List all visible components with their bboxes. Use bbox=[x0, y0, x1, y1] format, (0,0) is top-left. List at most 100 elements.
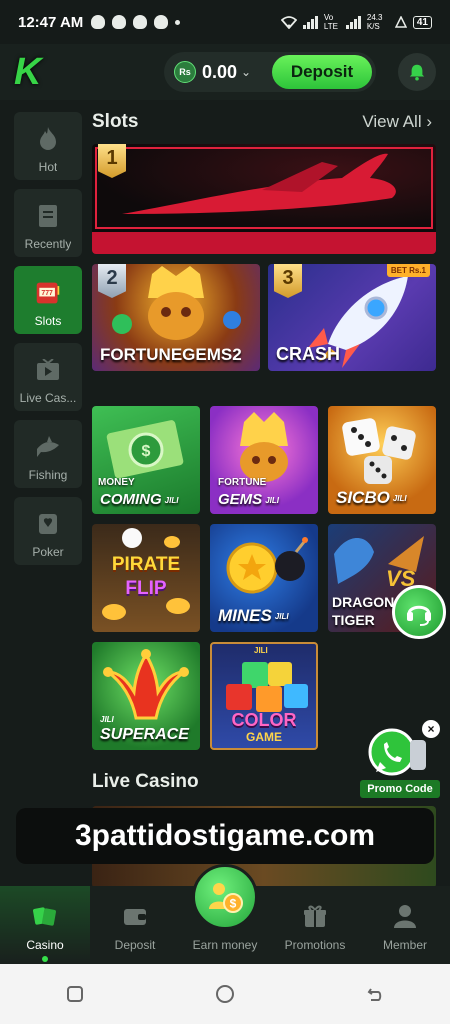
sidebar-item-live-casino[interactable]: Live Cas... bbox=[14, 343, 82, 411]
recent-apps-icon[interactable] bbox=[65, 984, 85, 1004]
status-time: 12:47 AM bbox=[18, 13, 84, 31]
deposit-button[interactable]: Deposit bbox=[272, 55, 372, 89]
close-icon[interactable]: × bbox=[422, 720, 440, 738]
sidebar-item-label: Recently bbox=[24, 237, 72, 251]
game-title: FORTUNEGEMS2 bbox=[100, 345, 242, 364]
sidebar-item-fishing[interactable]: Fishing bbox=[14, 420, 82, 488]
nav-earn-money[interactable]: $ Earn money bbox=[180, 864, 270, 964]
view-all-label: View All bbox=[362, 112, 422, 131]
nav-label: Casino bbox=[26, 938, 64, 952]
nav-label: Promotions bbox=[284, 938, 346, 952]
sidebar-item-label: Slots bbox=[34, 314, 62, 328]
rupee-coin-icon: Rs bbox=[174, 61, 196, 83]
sidebar-item-recently[interactable]: Recently bbox=[14, 189, 82, 257]
chevron-right-icon: › bbox=[426, 112, 432, 131]
rank-badge: 3 bbox=[274, 264, 302, 298]
game-card-fortunegems2[interactable]: 2 FORTUNEGEMS2 bbox=[92, 264, 260, 371]
status-indicators: Vo LTE 24.3 K/S 41 bbox=[280, 13, 432, 31]
game-card-aviator[interactable]: 1 AVIATOR bbox=[92, 144, 436, 254]
wallet-icon bbox=[124, 909, 146, 925]
game-title-line1: DRAGON bbox=[332, 594, 395, 610]
game-card-color-game[interactable]: COLOR GAME JILI bbox=[210, 642, 318, 750]
nav-promotions[interactable]: Promotions bbox=[270, 886, 360, 964]
game-card-crash[interactable]: 3 BET Rs.1 CRASH bbox=[268, 264, 436, 371]
app-root: 12:47 AM Vo LTE 24.3 K/S 41 K Rs 0.00 ⌄ … bbox=[0, 0, 450, 1024]
game-title-line2: COMING bbox=[100, 491, 162, 508]
snapchat-notification-icon bbox=[112, 15, 127, 29]
site-watermark: 3pattidostigame.com bbox=[16, 808, 434, 864]
brand-logo[interactable]: K bbox=[14, 52, 56, 92]
sidebar-item-poker[interactable]: Poker bbox=[14, 497, 82, 565]
game-title: CRASH bbox=[276, 344, 341, 364]
slots-section-title: Slots bbox=[92, 111, 139, 132]
shark-icon bbox=[35, 434, 61, 460]
signal-icon bbox=[302, 15, 318, 29]
game-card-superace[interactable]: JILI SUPERACE bbox=[92, 642, 200, 750]
chevron-down-icon[interactable]: ⌄ bbox=[241, 65, 251, 79]
game-title-line2: SICBO bbox=[336, 488, 390, 507]
signal-icon bbox=[345, 15, 361, 29]
game-title: AVIATOR bbox=[100, 229, 179, 249]
tv-icon bbox=[35, 357, 61, 383]
sidebar-item-label: Poker bbox=[32, 545, 64, 559]
game-card-sicbo[interactable]: SICBO JILI bbox=[328, 406, 436, 514]
jili-badge: JILI bbox=[254, 646, 268, 655]
jili-badge: JILI bbox=[392, 494, 407, 504]
game-title-line1: MONEY bbox=[98, 477, 135, 488]
system-navigation-bar bbox=[0, 964, 450, 1024]
game-title-line2: GEMS bbox=[218, 491, 263, 508]
game-title: SUPERACE bbox=[100, 726, 189, 743]
notifications-button[interactable] bbox=[398, 53, 436, 91]
rank-badge: 1 bbox=[98, 144, 126, 178]
game-title-line2: TIGER bbox=[332, 612, 375, 628]
game-card-pirate-flip[interactable]: PIRATE FLIP bbox=[92, 524, 200, 632]
svg-text:777: 777 bbox=[41, 290, 53, 297]
cards-icon bbox=[35, 511, 61, 537]
promo-code-widget[interactable]: × Promo Code bbox=[360, 720, 440, 798]
sidebar-item-slots[interactable]: 777 Slots bbox=[14, 266, 82, 334]
view-all-link[interactable]: View All › bbox=[362, 112, 432, 132]
nav-deposit[interactable]: Deposit bbox=[90, 886, 180, 964]
game-title-line2: GAME bbox=[246, 730, 282, 744]
gift-icon bbox=[304, 905, 326, 927]
user-icon bbox=[394, 905, 416, 928]
wifi-icon bbox=[280, 15, 297, 29]
nav-casino[interactable]: Casino bbox=[0, 886, 90, 964]
volte-label: Vo LTE bbox=[323, 13, 338, 31]
promo-code-label: Promo Code bbox=[360, 780, 440, 798]
home-icon[interactable] bbox=[214, 983, 236, 1005]
game-card-fortune-gems[interactable]: FORTUNE GEMS JILI bbox=[210, 406, 318, 514]
sidebar-item-label: Fishing bbox=[28, 468, 68, 482]
game-title-line1: COLOR bbox=[231, 710, 297, 730]
jili-badge: JILI bbox=[274, 612, 289, 622]
game-title-line1: FORTUNE bbox=[218, 477, 267, 488]
snapchat-notification-icon bbox=[154, 15, 169, 29]
document-icon bbox=[35, 203, 61, 229]
status-bar: 12:47 AM Vo LTE 24.3 K/S 41 bbox=[0, 0, 450, 44]
more-notifications-dot-icon bbox=[175, 19, 181, 25]
wallet-balance-pill[interactable]: Rs 0.00 ⌄ Deposit bbox=[164, 52, 376, 92]
snapchat-notification-icon bbox=[133, 15, 148, 29]
active-indicator bbox=[42, 956, 48, 962]
earn-money-icon: $ bbox=[192, 864, 258, 930]
category-sidebar: Hot Recently 777 Slots Live Cas... Fishi… bbox=[14, 112, 82, 574]
game-card-mines[interactable]: MINES JILI bbox=[210, 524, 318, 632]
battery-level: 41 bbox=[412, 15, 432, 29]
svg-text:$: $ bbox=[230, 897, 237, 911]
flame-icon bbox=[35, 126, 61, 152]
network-speed: 24.3 K/S bbox=[366, 13, 383, 31]
bet-tag: BET Rs.1 bbox=[386, 264, 430, 277]
back-icon[interactable] bbox=[365, 984, 385, 1004]
game-title: GEMS JILI bbox=[218, 491, 279, 508]
slot-machine-icon: 777 bbox=[35, 280, 61, 306]
sidebar-item-label: Hot bbox=[38, 160, 58, 174]
app-header: K Rs 0.00 ⌄ Deposit bbox=[0, 44, 450, 100]
sidebar-item-hot[interactable]: Hot bbox=[14, 112, 82, 180]
nav-label: Deposit bbox=[114, 938, 156, 952]
nav-member[interactable]: Member bbox=[360, 886, 450, 964]
game-title-line1: PIRATE bbox=[111, 554, 181, 575]
game-title: SICBO JILI bbox=[336, 488, 407, 508]
headset-icon bbox=[407, 605, 431, 626]
game-card-money-coming[interactable]: $ MONEY COMING JILI bbox=[92, 406, 200, 514]
customer-support-button[interactable] bbox=[392, 585, 446, 639]
